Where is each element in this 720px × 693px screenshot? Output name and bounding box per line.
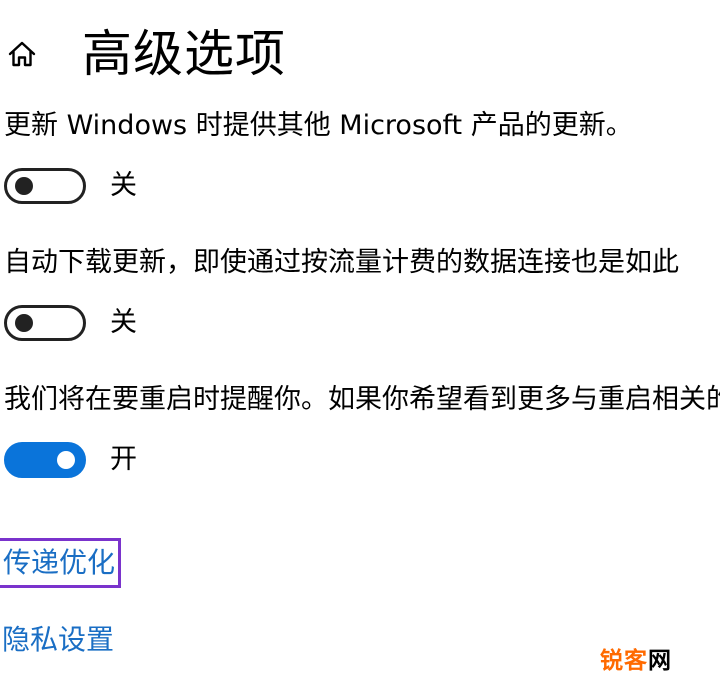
setting-other-microsoft-products: 更新 Windows 时提供其他 Microsoft 产品的更新。 关: [4, 108, 720, 206]
watermark-text-accent: 网: [648, 648, 672, 674]
setting-description: 我们将在要重启时提醒你。如果你希望看到更多与重启相关的: [4, 384, 720, 415]
toggle-state-label: 关: [110, 170, 137, 201]
toggle-state-label: 关: [110, 307, 137, 338]
toggle-knob: [15, 177, 33, 195]
watermark-logo: 锐客网: [600, 641, 672, 675]
setting-description: 更新 Windows 时提供其他 Microsoft 产品的更新。: [4, 110, 633, 141]
restart-notification-toggle[interactable]: [4, 442, 86, 478]
toggle-state-label: 开: [110, 444, 137, 475]
toggle-knob: [15, 314, 33, 332]
toggle-knob: [57, 451, 75, 469]
home-button[interactable]: [0, 32, 44, 76]
setting-description: 自动下载更新，即使通过按流量计费的数据连接也是如此: [4, 247, 679, 278]
toggle-row: 开: [4, 440, 720, 480]
privacy-settings-link[interactable]: 隐私设置: [2, 620, 114, 660]
toggle-row: 关: [4, 303, 720, 343]
other-products-toggle[interactable]: [4, 168, 86, 204]
delivery-optimization-link[interactable]: 传递优化: [0, 538, 122, 588]
home-icon: [8, 41, 36, 67]
page-title: 高级选项: [82, 25, 286, 83]
page-header: 高级选项: [0, 22, 286, 86]
watermark-text: 锐客: [600, 648, 648, 674]
metered-download-toggle[interactable]: [4, 305, 86, 341]
toggle-row: 关: [4, 166, 720, 206]
setting-metered-download: 自动下载更新，即使通过按流量计费的数据连接也是如此 关: [4, 245, 720, 343]
setting-restart-notification: 我们将在要重启时提醒你。如果你希望看到更多与重启相关的 开: [4, 382, 720, 480]
